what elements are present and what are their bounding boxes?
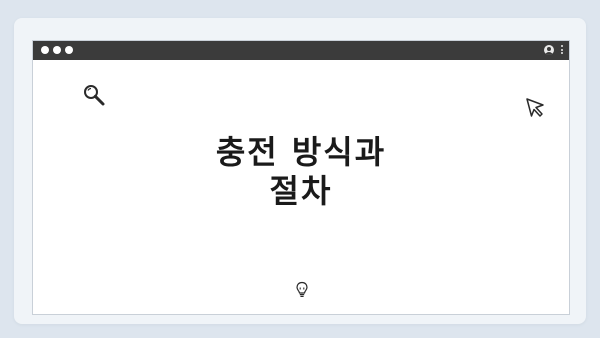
cursor-arrow-icon (525, 97, 547, 123)
more-vert-icon[interactable] (561, 45, 563, 54)
page-title-line-1: 충전 방식과 (215, 133, 387, 171)
window-dot-icon[interactable] (41, 46, 49, 54)
browser-window: 충전 방식과 절차 (32, 40, 570, 315)
page-title-line-2: 절차 (269, 172, 333, 210)
window-controls (41, 46, 73, 54)
window-dot-icon[interactable] (53, 46, 61, 54)
lightbulb-icon (295, 281, 309, 303)
browser-titlebar (33, 41, 569, 60)
search-icon (82, 83, 106, 111)
window-dot-icon[interactable] (65, 46, 73, 54)
profile-icon[interactable] (544, 45, 554, 55)
page-title: 충전 방식과 절차 (33, 133, 569, 211)
